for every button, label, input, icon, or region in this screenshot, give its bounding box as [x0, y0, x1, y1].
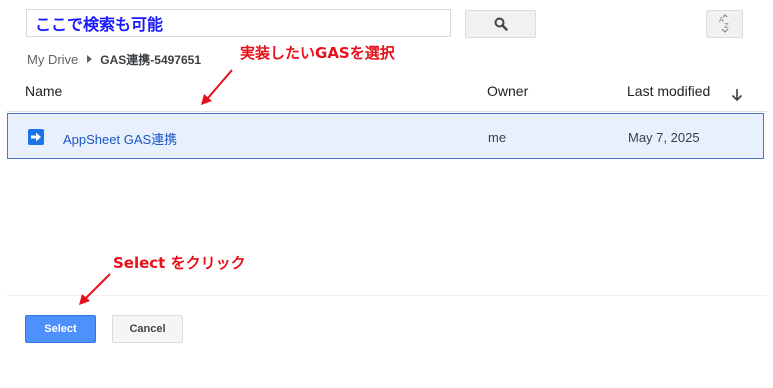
- breadcrumb-current-folder: GAS連携-5497651: [100, 52, 201, 67]
- table-row[interactable]: AppSheet GAS連携 me May 7, 2025: [7, 113, 764, 159]
- table-header: Name Owner Last modified: [7, 78, 767, 112]
- file-owner: me: [488, 130, 507, 145]
- breadcrumb-my-drive[interactable]: My Drive: [27, 52, 78, 67]
- sort-az-icon: A Z: [719, 14, 729, 33]
- search-button[interactable]: [465, 10, 536, 38]
- annotation-select-gas: 実装したいGASを選択: [240, 44, 395, 62]
- cancel-button[interactable]: Cancel: [112, 315, 183, 343]
- sort-az-button[interactable]: A Z: [706, 10, 743, 38]
- search-input[interactable]: [26, 9, 451, 37]
- sort-down-arrow-icon[interactable]: [731, 88, 743, 107]
- breadcrumb-chevron-icon: [87, 55, 93, 63]
- annotation-click-select: Select をクリック: [113, 254, 246, 272]
- apps-script-icon: [28, 129, 44, 145]
- column-header-owner: Owner: [487, 83, 529, 99]
- file-last-modified: May 7, 2025: [628, 130, 700, 145]
- column-header-name[interactable]: Name: [25, 83, 62, 99]
- select-button[interactable]: Select: [25, 315, 96, 343]
- footer-divider: [7, 295, 767, 296]
- breadcrumb: My Drive GAS連携-5497651: [27, 50, 201, 68]
- search-icon: [494, 17, 508, 31]
- svg-text:Z: Z: [724, 22, 729, 30]
- annotation-arrow-to-select: [79, 273, 111, 305]
- column-header-last-modified[interactable]: Last modified: [627, 83, 710, 99]
- file-name: AppSheet GAS連携: [63, 132, 178, 147]
